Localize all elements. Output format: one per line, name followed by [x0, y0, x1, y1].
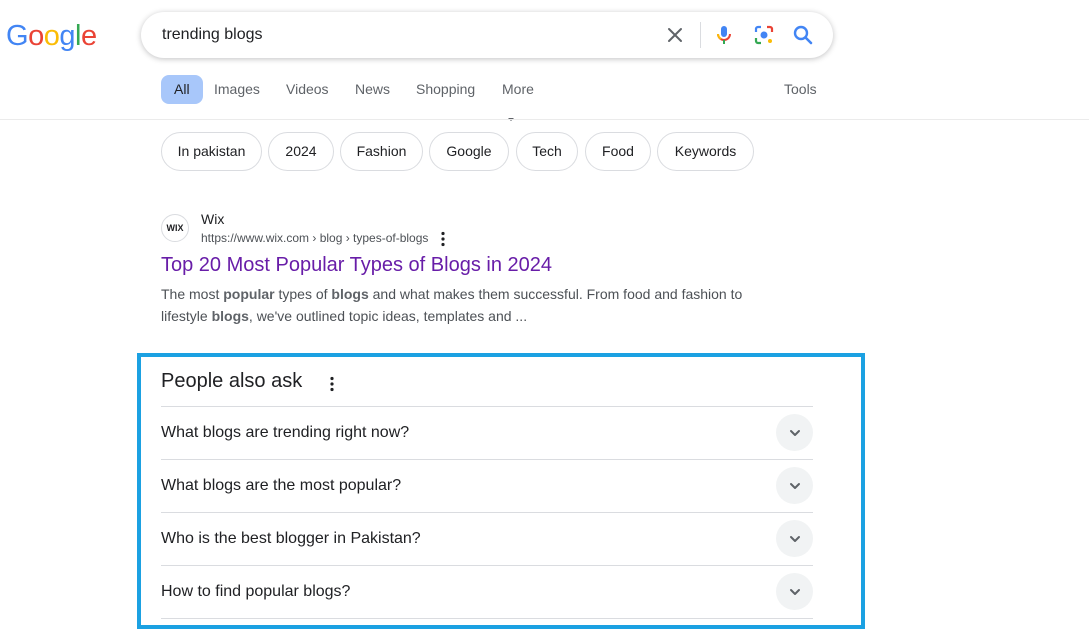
more-vert-icon[interactable] — [437, 230, 449, 248]
chip-food[interactable]: Food — [585, 132, 651, 171]
result-title-link[interactable]: Top 20 Most Popular Types of Blogs in 20… — [161, 254, 552, 277]
site-favicon[interactable]: WIX — [161, 214, 189, 242]
chevron-down-icon[interactable] — [776, 520, 813, 557]
tab-images[interactable]: Images — [214, 75, 260, 104]
snippet-bold: blogs — [211, 308, 249, 324]
search-box — [141, 12, 833, 58]
tools-button[interactable]: Tools — [784, 75, 817, 104]
snippet-text: types of — [274, 286, 332, 302]
search-icon[interactable] — [791, 23, 815, 47]
search-input[interactable] — [162, 24, 642, 46]
tab-news[interactable]: News — [355, 75, 390, 104]
tab-videos[interactable]: Videos — [286, 75, 329, 104]
mic-icon[interactable] — [712, 23, 736, 47]
snippet-text: The most — [161, 286, 224, 302]
snippet-bold: blogs — [331, 286, 369, 302]
paa-divider — [161, 565, 813, 566]
tab-more-label: More — [502, 81, 534, 97]
paa-divider — [161, 512, 813, 513]
logo-letter: e — [80, 20, 97, 52]
tab-more[interactable]: More — [502, 75, 534, 122]
paa-question[interactable]: How to find popular blogs? — [161, 583, 350, 601]
chip-in-pakistan[interactable]: In pakistan — [161, 132, 262, 171]
logo-letter: g — [59, 20, 75, 52]
chevron-down-icon[interactable] — [776, 573, 813, 610]
paa-question[interactable]: What blogs are the most popular? — [161, 477, 401, 495]
chip-tech[interactable]: Tech — [516, 132, 578, 171]
snippet-bold: popular — [223, 286, 275, 302]
paa-divider — [161, 618, 813, 619]
chip-2024[interactable]: 2024 — [268, 132, 334, 171]
close-icon[interactable] — [663, 23, 687, 47]
logo-letter: o — [43, 20, 60, 52]
chip-google[interactable]: Google — [429, 132, 509, 171]
result-url[interactable]: https://www.wix.com › blog › types-of-bl… — [201, 231, 428, 245]
paa-divider — [161, 406, 813, 407]
result-snippet: The most popular types of blogs and what… — [161, 283, 761, 327]
tab-all[interactable]: All — [161, 75, 203, 104]
lens-icon[interactable] — [752, 23, 776, 47]
chip-keywords[interactable]: Keywords — [657, 132, 754, 171]
result-site-name[interactable]: Wix — [201, 211, 224, 227]
paa-question[interactable]: What blogs are trending right now? — [161, 424, 409, 442]
paa-title: People also ask — [161, 370, 303, 392]
snippet-text: , we've outlined topic ideas, templates … — [248, 308, 528, 324]
chevron-down-icon[interactable] — [776, 467, 813, 504]
more-vert-icon[interactable] — [326, 375, 338, 393]
paa-question[interactable]: Who is the best blogger in Pakistan? — [161, 530, 421, 548]
chevron-down-icon[interactable] — [776, 414, 813, 451]
search-divider — [700, 22, 701, 48]
chip-fashion[interactable]: Fashion — [340, 132, 423, 171]
tab-shopping[interactable]: Shopping — [416, 75, 475, 104]
google-logo[interactable]: Google — [6, 20, 97, 53]
header-divider — [0, 119, 1089, 120]
paa-divider — [161, 459, 813, 460]
logo-letter: o — [28, 20, 44, 52]
logo-letter: G — [6, 20, 29, 52]
